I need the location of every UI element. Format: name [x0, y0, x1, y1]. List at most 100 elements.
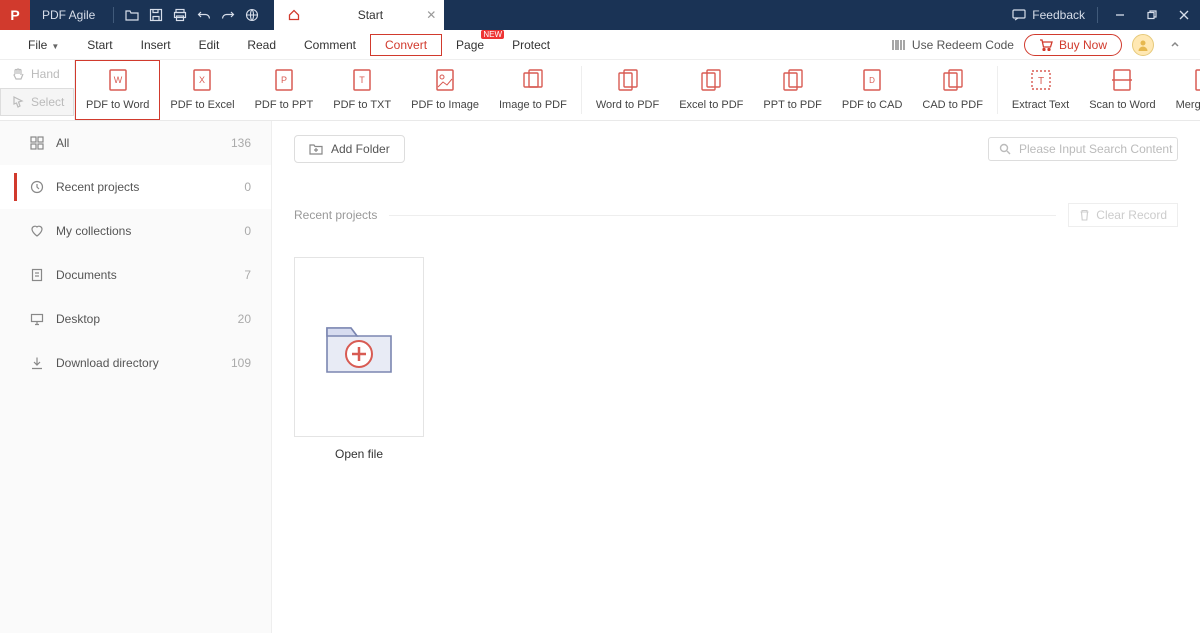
tool-excel-to-pdf[interactable]: Excel to PDF: [669, 60, 753, 120]
start-tab[interactable]: Start ✕: [274, 0, 444, 30]
sidebar-item-count: 0: [244, 224, 251, 238]
sidebar-item-count: 136: [231, 136, 251, 150]
buy-now-button[interactable]: Buy Now: [1024, 34, 1122, 56]
tool-pdf-to-ppt[interactable]: P PDF to PPT: [245, 60, 324, 120]
menu-bar: File▼ Start Insert Edit Read Comment Con…: [0, 30, 1200, 60]
hand-tool-button[interactable]: Hand: [0, 60, 74, 88]
search-icon: [999, 143, 1011, 155]
tool-image-to-pdf[interactable]: Image to PDF: [489, 60, 577, 120]
merge-pdf-icon: [1191, 67, 1200, 93]
tool-ppt-to-pdf[interactable]: PPT to PDF: [753, 60, 831, 120]
title-bar: P PDF Agile Start ✕ Feedback: [0, 0, 1200, 30]
tool-pdf-to-cad[interactable]: D PDF to CAD: [832, 60, 913, 120]
open-file-card[interactable]: [294, 257, 424, 437]
tool-merge-pdf[interactable]: Merge PDF: [1166, 60, 1200, 120]
tool-pdf-to-image[interactable]: PDF to Image: [401, 60, 489, 120]
tool-cad-to-pdf[interactable]: CAD to PDF: [912, 60, 993, 120]
redo-icon[interactable]: [216, 3, 240, 27]
tool-pdf-to-excel[interactable]: XPDF to Excel: [160, 60, 244, 120]
save-icon[interactable]: [144, 3, 168, 27]
tool-pdf-to-txt[interactable]: TPDF to TXT: [323, 60, 401, 120]
separator: [1097, 7, 1098, 23]
sidebar-item-count: 7: [244, 268, 251, 282]
tool-word-to-pdf[interactable]: Word to PDF: [586, 60, 669, 120]
tool-label: Word to PDF: [596, 99, 659, 111]
menu-start[interactable]: Start: [73, 34, 126, 56]
menu-insert[interactable]: Insert: [127, 34, 185, 56]
menu-protect[interactable]: Protect: [498, 34, 564, 56]
cursor-icon: [11, 95, 25, 109]
tool-label: Merge PDF: [1176, 99, 1200, 111]
sidebar-item-icon: [30, 356, 44, 370]
sidebar-item-download-directory[interactable]: Download directory 109: [0, 341, 271, 385]
open-file-tile[interactable]: Open file: [294, 257, 424, 461]
feedback-button[interactable]: Feedback: [1006, 8, 1091, 22]
menu-read[interactable]: Read: [233, 34, 290, 56]
barcode-icon: [892, 39, 906, 51]
menu-edit[interactable]: Edit: [185, 34, 234, 56]
sidebar-item-my-collections[interactable]: My collections0: [0, 209, 271, 253]
tool-label: Image to PDF: [499, 99, 567, 111]
pdf-to-txt-icon: T: [349, 67, 375, 93]
print-icon[interactable]: [168, 3, 192, 27]
feedback-icon: [1012, 9, 1026, 21]
svg-text:W: W: [113, 75, 122, 85]
select-tool-button[interactable]: Select: [0, 88, 74, 116]
word-to-pdf-icon: [615, 67, 641, 93]
tool-scan-to-word[interactable]: Scan to Word: [1079, 60, 1165, 120]
user-avatar[interactable]: [1132, 34, 1154, 56]
minimize-button[interactable]: [1104, 0, 1136, 30]
close-icon[interactable]: ✕: [426, 8, 436, 22]
image-to-pdf-icon: [520, 67, 546, 93]
toolbar-divider: [581, 66, 582, 114]
undo-icon[interactable]: [192, 3, 216, 27]
section-title: Recent projects: [294, 208, 377, 222]
sidebar-item-all[interactable]: All 136: [0, 121, 271, 165]
expand-ribbon-button[interactable]: [1164, 40, 1186, 50]
sidebar-item-count: 109: [231, 356, 251, 370]
open-file-icon[interactable]: [120, 3, 144, 27]
scan-to-word-icon: [1109, 67, 1135, 93]
globe-icon[interactable]: [240, 3, 264, 27]
sidebar-item-documents[interactable]: Documents7: [0, 253, 271, 297]
divider-line: [389, 215, 1056, 216]
svg-text:P: P: [281, 75, 287, 85]
tool-label: Extract Text: [1012, 99, 1069, 111]
folder-plus-icon: [309, 143, 323, 155]
tool-label: PDF to CAD: [842, 99, 903, 111]
menu-page[interactable]: PageNEW: [442, 34, 498, 56]
search-input[interactable]: [1019, 142, 1174, 156]
redeem-code-button[interactable]: Use Redeem Code: [892, 38, 1014, 52]
sidebar-item-icon: [30, 180, 44, 194]
sidebar-item-recent-projects[interactable]: Recent projects0: [0, 165, 271, 209]
maximize-button[interactable]: [1136, 0, 1168, 30]
tool-label: PDF to Image: [411, 99, 479, 111]
pdf-to-word-icon: W: [105, 67, 131, 93]
main-area: All136Recent projects0My collections0Doc…: [0, 121, 1200, 633]
sidebar-item-desktop[interactable]: Desktop20: [0, 297, 271, 341]
tool-label: PDF to PPT: [255, 99, 314, 111]
menu-comment[interactable]: Comment: [290, 34, 370, 56]
content-area: Add Folder Recent projects Clear Record: [272, 121, 1200, 633]
clear-record-button[interactable]: Clear Record: [1068, 203, 1178, 227]
sidebar-item-icon: [30, 224, 44, 238]
feedback-label: Feedback: [1032, 8, 1085, 22]
close-window-button[interactable]: [1168, 0, 1200, 30]
svg-text:D: D: [869, 76, 875, 85]
tool-label: PDF to Excel: [170, 99, 234, 111]
svg-text:T: T: [1037, 76, 1043, 87]
trash-icon: [1079, 209, 1090, 221]
tool-pdf-to-word[interactable]: WPDF to Word: [75, 60, 160, 120]
tool-extract-text[interactable]: T Extract Text: [1002, 60, 1079, 120]
content-bar: Add Folder: [294, 135, 1178, 163]
menu-convert[interactable]: Convert: [370, 34, 442, 56]
hand-icon: [11, 67, 25, 81]
add-folder-button[interactable]: Add Folder: [294, 135, 405, 163]
tool-mode-column: Hand Select: [0, 60, 75, 120]
app-logo: P: [0, 0, 30, 30]
sidebar-item-label: All: [56, 136, 69, 150]
search-box[interactable]: [988, 137, 1178, 161]
sidebar-item-label: Download directory: [56, 356, 159, 370]
menu-file[interactable]: File▼: [14, 34, 73, 56]
open-file-label: Open file: [294, 447, 424, 461]
